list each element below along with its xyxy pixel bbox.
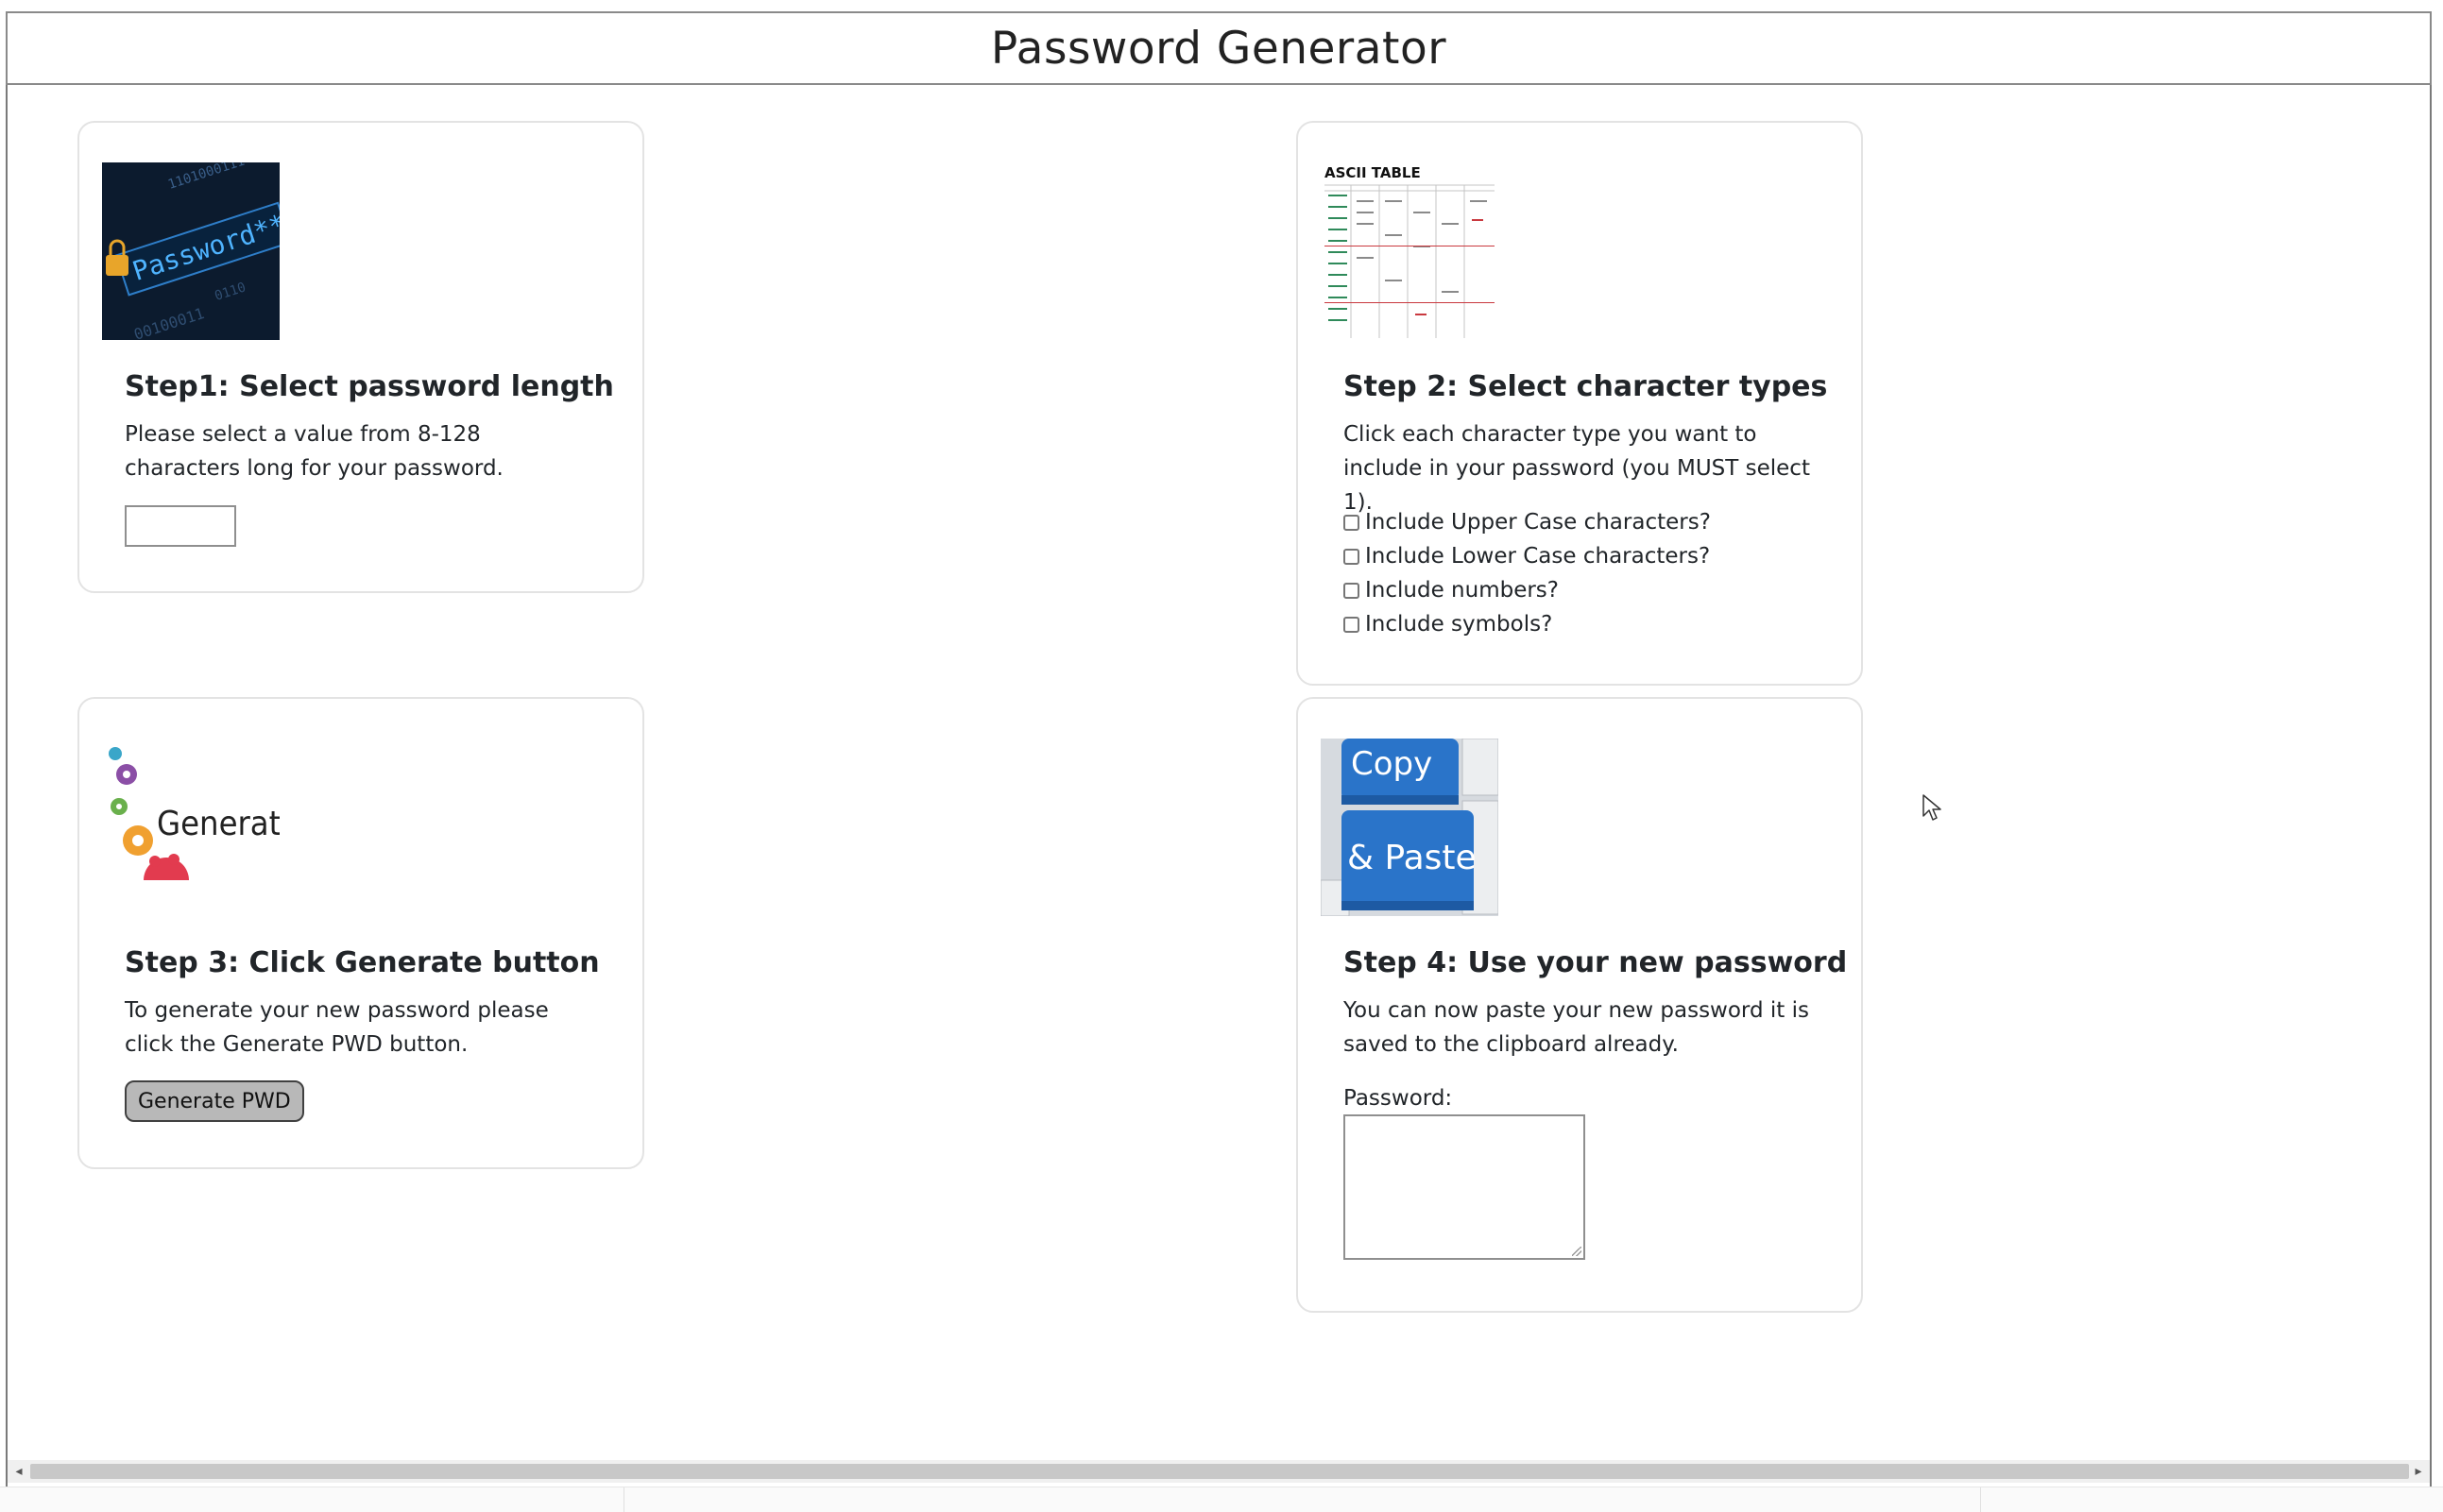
paste-key-text: & Paste <box>1347 839 1477 877</box>
step1-card: 1101000111 00100011 0110 Password** Step… <box>77 121 644 593</box>
resize-grip-icon[interactable] <box>1572 1247 1581 1256</box>
ascii-table-title: ASCII TABLE <box>1324 164 1421 181</box>
numbers-checkbox[interactable] <box>1343 582 1359 599</box>
scroll-left-icon[interactable]: ◂ <box>11 1464 26 1479</box>
copy-paste-keys-icon: Copy & Paste <box>1321 739 1498 916</box>
step4-heading: Step 4: Use your new password <box>1343 946 1848 979</box>
panel-divider <box>1980 1487 1981 1512</box>
gears-icon: Generate <box>102 739 280 916</box>
step4-text: You can now paste your new password it i… <box>1343 998 1809 1057</box>
page-title: Password Generator <box>6 11 2432 85</box>
symbols-checkbox[interactable] <box>1343 616 1359 633</box>
password-label: Password: <box>1343 1086 1453 1111</box>
step3-text: To generate your new password please cli… <box>125 998 549 1057</box>
generate-image-text: Generate <box>157 805 280 843</box>
step1-text: Please select a value from 8-128 charact… <box>125 422 504 481</box>
scrollbar-thumb[interactable] <box>30 1464 2409 1479</box>
password-output-textarea[interactable] <box>1343 1114 1585 1260</box>
ascii-table-icon: ASCII TABLE <box>1321 162 1498 340</box>
generate-pwd-button[interactable]: Generate PWD <box>125 1080 304 1122</box>
bottom-panel <box>0 1487 2443 1512</box>
numbers-label: Include numbers? <box>1365 578 1559 603</box>
symbols-label: Include symbols? <box>1365 612 1553 637</box>
password-length-input[interactable] <box>125 505 236 547</box>
step2-heading: Step 2: Select character types <box>1343 370 1828 403</box>
scroll-right-icon[interactable]: ▸ <box>2411 1464 2426 1479</box>
horizontal-scrollbar[interactable]: ◂ ▸ <box>8 1460 2430 1483</box>
numbers-option[interactable]: Include numbers? <box>1343 578 1559 603</box>
lowercase-option[interactable]: Include Lower Case characters? <box>1343 544 1710 569</box>
uppercase-checkbox[interactable] <box>1343 514 1359 531</box>
step2-text: Click each character type you want to in… <box>1343 422 1810 515</box>
step1-heading: Step1: Select password length <box>125 370 614 403</box>
uppercase-option[interactable]: Include Upper Case characters? <box>1343 510 1711 535</box>
step2-card: ASCII TABLE Step 2: Select character typ… <box>1296 121 1863 686</box>
step3-card: Generate Step 3: Click Generate button T… <box>77 697 644 1169</box>
lowercase-label: Include Lower Case characters? <box>1365 544 1711 569</box>
symbols-option[interactable]: Include symbols? <box>1343 612 1552 637</box>
step3-heading: Step 3: Click Generate button <box>125 946 600 979</box>
copy-key-text: Copy <box>1351 745 1432 783</box>
uppercase-label: Include Upper Case characters? <box>1365 510 1711 535</box>
lowercase-checkbox[interactable] <box>1343 548 1359 565</box>
password-lock-icon: 1101000111 00100011 0110 Password** <box>102 162 280 340</box>
mouse-pointer-icon <box>1922 793 1944 824</box>
step4-card: Copy & Paste Step 4: Use your new passwo… <box>1296 697 1863 1313</box>
